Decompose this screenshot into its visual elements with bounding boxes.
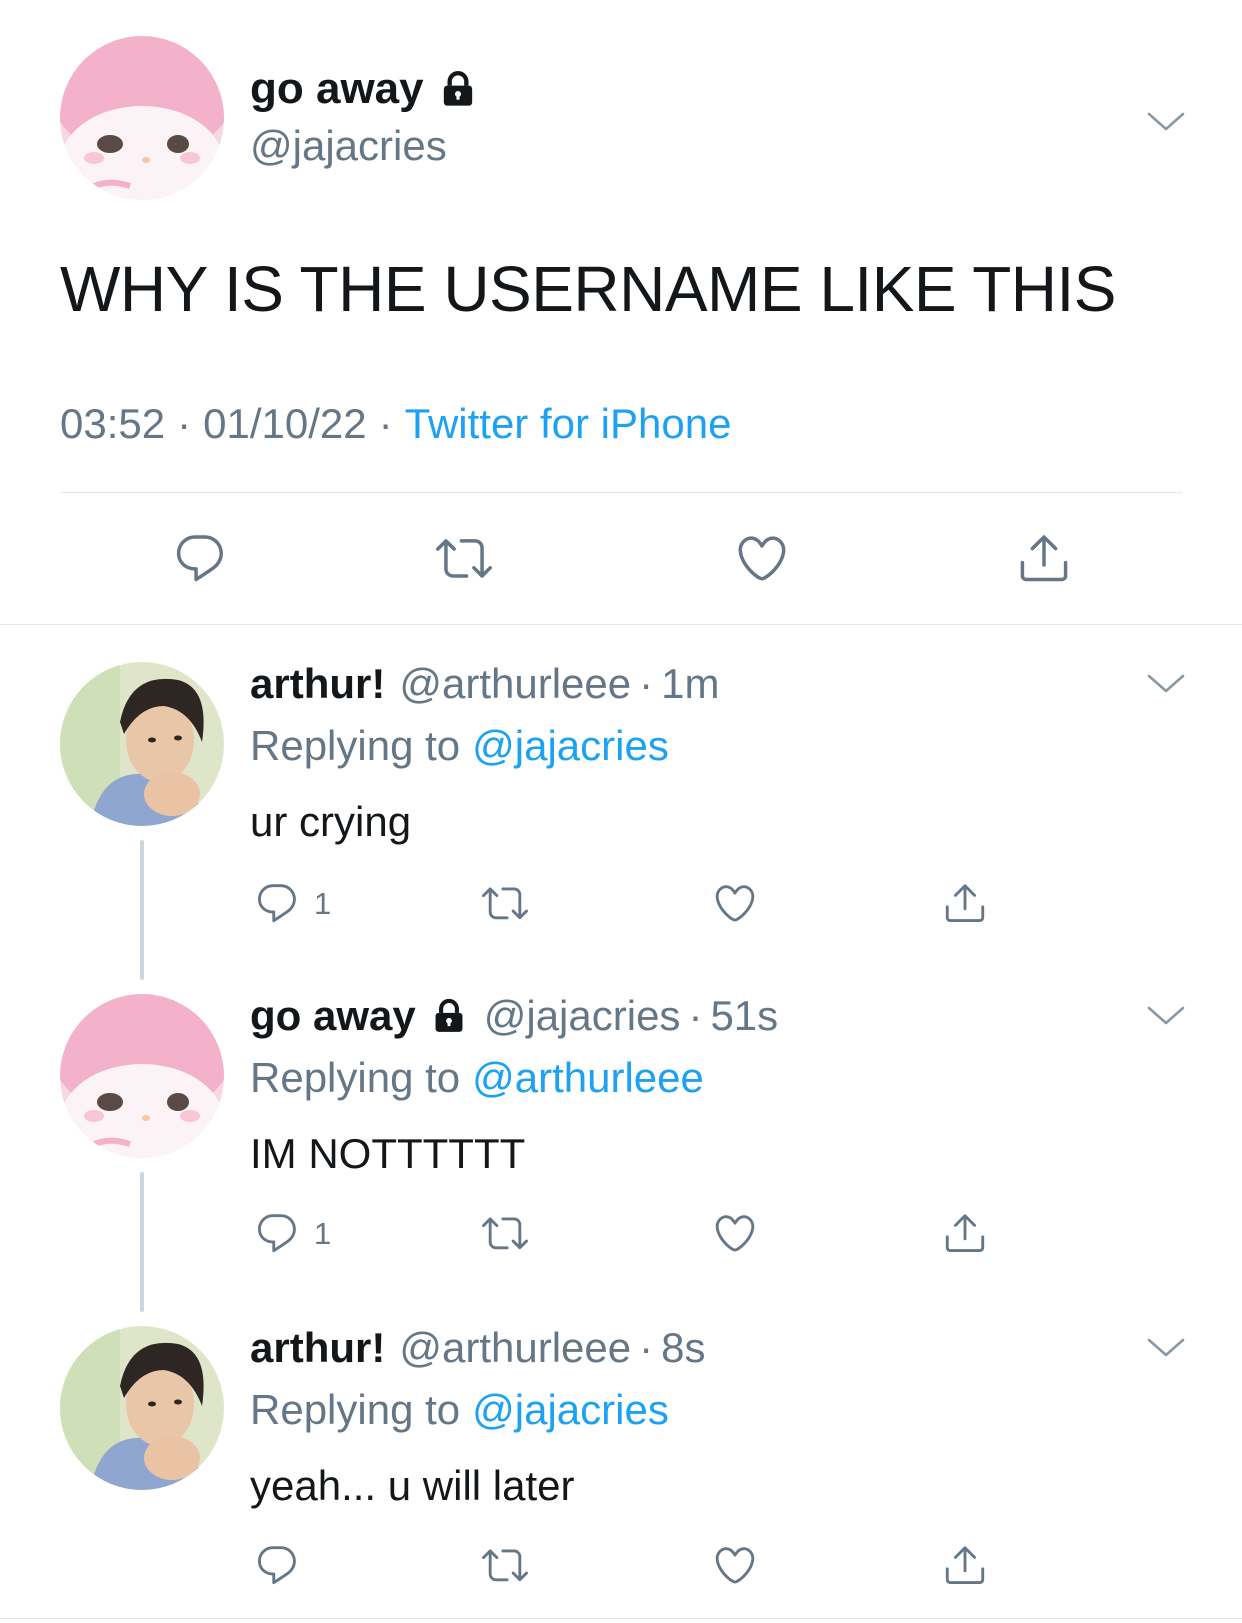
timestamp[interactable]: 1m	[661, 660, 719, 708]
tweet-actions	[0, 530, 1242, 590]
divider	[0, 1618, 1242, 1619]
retweet-icon[interactable]	[482, 1542, 528, 1588]
retweet-icon[interactable]	[482, 880, 528, 926]
share-icon[interactable]	[942, 1210, 988, 1256]
chevron-down-icon[interactable]	[1146, 110, 1186, 134]
tweet-date: 01/10/22	[203, 400, 367, 447]
display-name[interactable]: go away	[250, 64, 424, 114]
separator: ·	[639, 660, 654, 707]
reply-icon[interactable]	[254, 1210, 300, 1256]
replying-to-link[interactable]: @jajacries	[472, 722, 669, 770]
tweet-source-link[interactable]: Twitter for iPhone	[405, 400, 732, 448]
replying-to-link[interactable]: @jajacries	[472, 1386, 669, 1434]
tweet-text: IM NOTTTTTT	[250, 1130, 526, 1177]
reply-count: 1	[314, 1216, 332, 1251]
separator: ·	[378, 400, 393, 447]
chevron-down-icon[interactable]	[1146, 1004, 1186, 1028]
tweet-time: 03:52	[60, 400, 166, 447]
separator: ·	[688, 992, 703, 1039]
heart-icon[interactable]	[734, 530, 790, 586]
retweet-icon[interactable]	[436, 530, 492, 586]
chevron-down-icon[interactable]	[1146, 1336, 1186, 1360]
replying-to-label: Replying to	[250, 722, 461, 769]
reply-count: 1	[314, 886, 332, 921]
replying-to-label: Replying to	[250, 1386, 461, 1433]
tweet-actions: 1	[0, 880, 1242, 930]
replying-to-link[interactable]: @arthurleee	[472, 1054, 704, 1102]
handle[interactable]: @jajacries	[484, 992, 681, 1040]
handle[interactable]: @jajacries	[250, 122, 447, 170]
tweet-text: WHY IS THE USERNAME LIKE THIS	[60, 253, 1116, 325]
avatar[interactable]	[60, 1326, 224, 1490]
heart-icon[interactable]	[712, 1542, 758, 1588]
reply-icon[interactable]	[172, 530, 228, 586]
avatar[interactable]	[60, 994, 224, 1158]
replying-to-label: Replying to	[250, 1054, 461, 1101]
share-icon[interactable]	[942, 880, 988, 926]
reply-icon[interactable]	[254, 880, 300, 926]
chevron-down-icon[interactable]	[1146, 672, 1186, 696]
handle[interactable]: @arthurleee	[399, 1324, 631, 1372]
display-name[interactable]: go away	[250, 992, 416, 1040]
timestamp[interactable]: 51s	[710, 992, 778, 1040]
tweet-text: ur crying	[250, 798, 412, 845]
heart-icon[interactable]	[712, 880, 758, 926]
display-name[interactable]: arthur!	[250, 660, 385, 708]
lock-icon	[430, 997, 468, 1035]
heart-icon[interactable]	[712, 1210, 758, 1256]
tweet-text: yeah... u will later	[250, 1462, 575, 1509]
share-icon[interactable]	[942, 1542, 988, 1588]
reply-icon[interactable]	[254, 1542, 300, 1588]
divider	[0, 624, 1242, 625]
tweet-actions: 1	[0, 1210, 1242, 1260]
handle[interactable]: @arthurleee	[399, 660, 631, 708]
display-name[interactable]: arthur!	[250, 1324, 385, 1372]
lock-icon	[438, 69, 478, 109]
divider	[60, 492, 1182, 493]
separator: ·	[639, 1324, 654, 1371]
timestamp[interactable]: 8s	[661, 1324, 705, 1372]
tweet-actions	[0, 1542, 1242, 1592]
retweet-icon[interactable]	[482, 1210, 528, 1256]
share-icon[interactable]	[1016, 530, 1072, 586]
avatar[interactable]	[60, 36, 224, 200]
separator: ·	[177, 400, 192, 447]
avatar[interactable]	[60, 662, 224, 826]
